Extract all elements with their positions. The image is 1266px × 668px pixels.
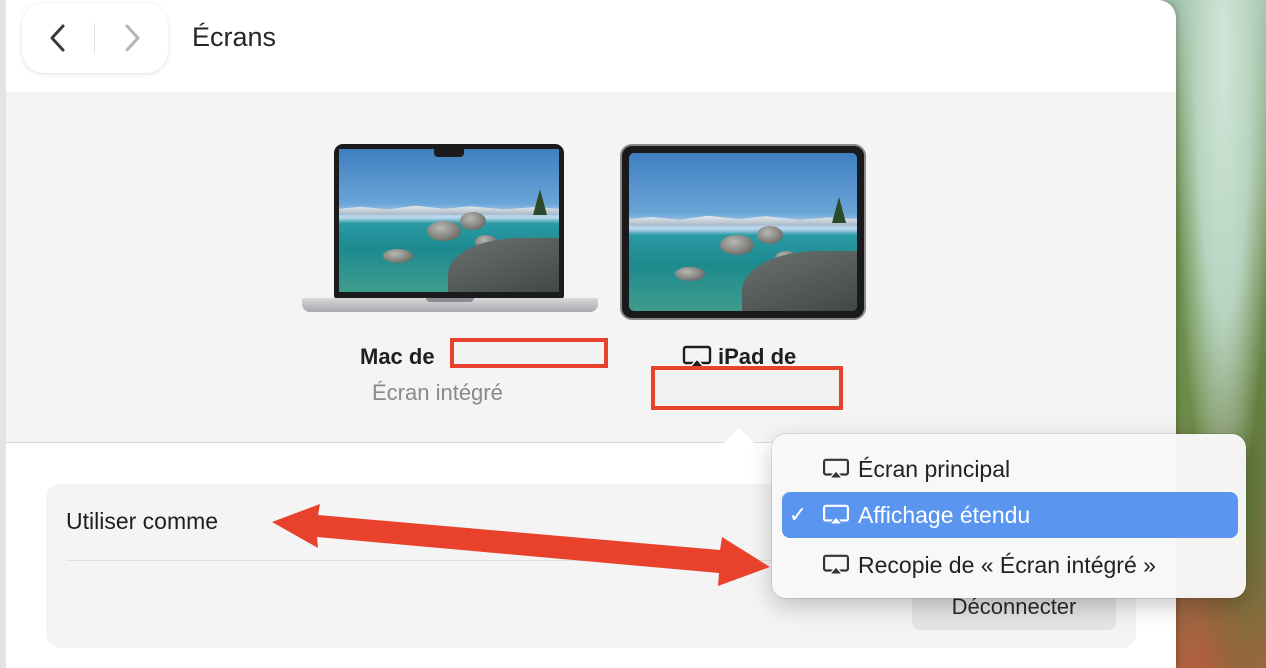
airplay-icon (822, 554, 850, 575)
page-title: Écrans (192, 22, 277, 52)
menu-item-label: Affichage étendu (858, 501, 1031, 528)
mac-display-thumbnail[interactable] (302, 144, 598, 324)
ipad-display-thumbnail[interactable] (620, 144, 866, 320)
mac-notch (434, 148, 464, 157)
mac-screen-bezel (334, 144, 564, 298)
airplay-icon (822, 504, 850, 525)
menu-item-label: Écran principal (858, 455, 1011, 482)
mac-base-groove (426, 298, 474, 302)
mac-display-subtitle: Écran intégré (372, 380, 503, 405)
nav-separator (94, 23, 95, 53)
menu-item-main-display[interactable]: Écran principal (782, 446, 1238, 492)
redaction-box (450, 338, 608, 368)
mac-display-name: Mac de (360, 344, 435, 369)
use-as-label: Utiliser comme (66, 508, 219, 534)
chevron-left-icon (50, 24, 65, 52)
airplay-icon (822, 458, 850, 479)
checkmark-icon: ✓ (788, 502, 808, 527)
menu-item-extended-display[interactable]: ✓ Affichage étendu (782, 492, 1238, 538)
back-button[interactable] (22, 3, 94, 73)
redaction-box (651, 366, 843, 410)
popover-pointer (724, 428, 754, 443)
menu-item-label: Recopie de « Écran intégré » (858, 551, 1156, 578)
forward-button[interactable] (96, 3, 168, 73)
ipad-wallpaper-preview (629, 153, 857, 311)
menu-item-mirror-builtin[interactable]: Recopie de « Écran intégré » (782, 542, 1238, 588)
display-arrangement: Mac de Écran intégré iPad de (6, 92, 1176, 443)
mac-wallpaper-preview (339, 149, 559, 292)
navigation-buttons (22, 3, 168, 73)
mac-base (302, 298, 598, 312)
chevron-right-icon (125, 24, 140, 52)
use-as-dropdown-menu: Écran principal ✓ Affichage étendu Recop… (772, 434, 1246, 598)
